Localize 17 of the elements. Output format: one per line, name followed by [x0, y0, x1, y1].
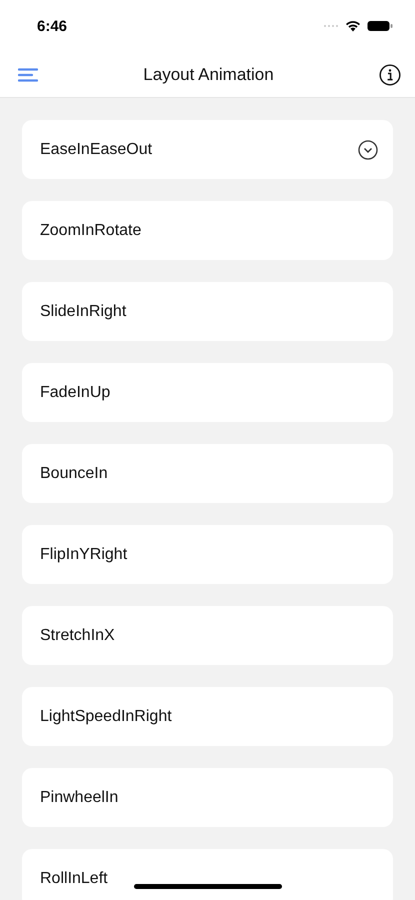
animation-list-item[interactable]: SlideInRight [22, 282, 393, 341]
animation-list-item[interactable]: BounceIn [22, 444, 393, 503]
info-icon[interactable] [378, 64, 401, 86]
menu-icon[interactable] [18, 68, 38, 82]
animation-list-item[interactable]: PinwheelIn [22, 768, 393, 827]
status-time: 6:46 [37, 18, 68, 34]
animation-list-item[interactable]: FlipInYRight [22, 525, 393, 584]
wifi-icon [345, 20, 361, 32]
signal-icon [323, 24, 339, 28]
animation-list-item[interactable]: FadeInUp [22, 363, 393, 422]
battery-icon [367, 20, 393, 32]
animation-list-item[interactable]: RollInLeft [22, 849, 393, 900]
animation-list-item[interactable]: ZoomInRotate [22, 201, 393, 260]
animation-list-item[interactable]: LightSpeedInRight [22, 687, 393, 746]
animation-list-item[interactable]: StretchInX [22, 606, 393, 665]
animation-list-item[interactable]: EaseInEaseOut [22, 120, 393, 179]
screen-title: Layout Animation [143, 64, 274, 84]
